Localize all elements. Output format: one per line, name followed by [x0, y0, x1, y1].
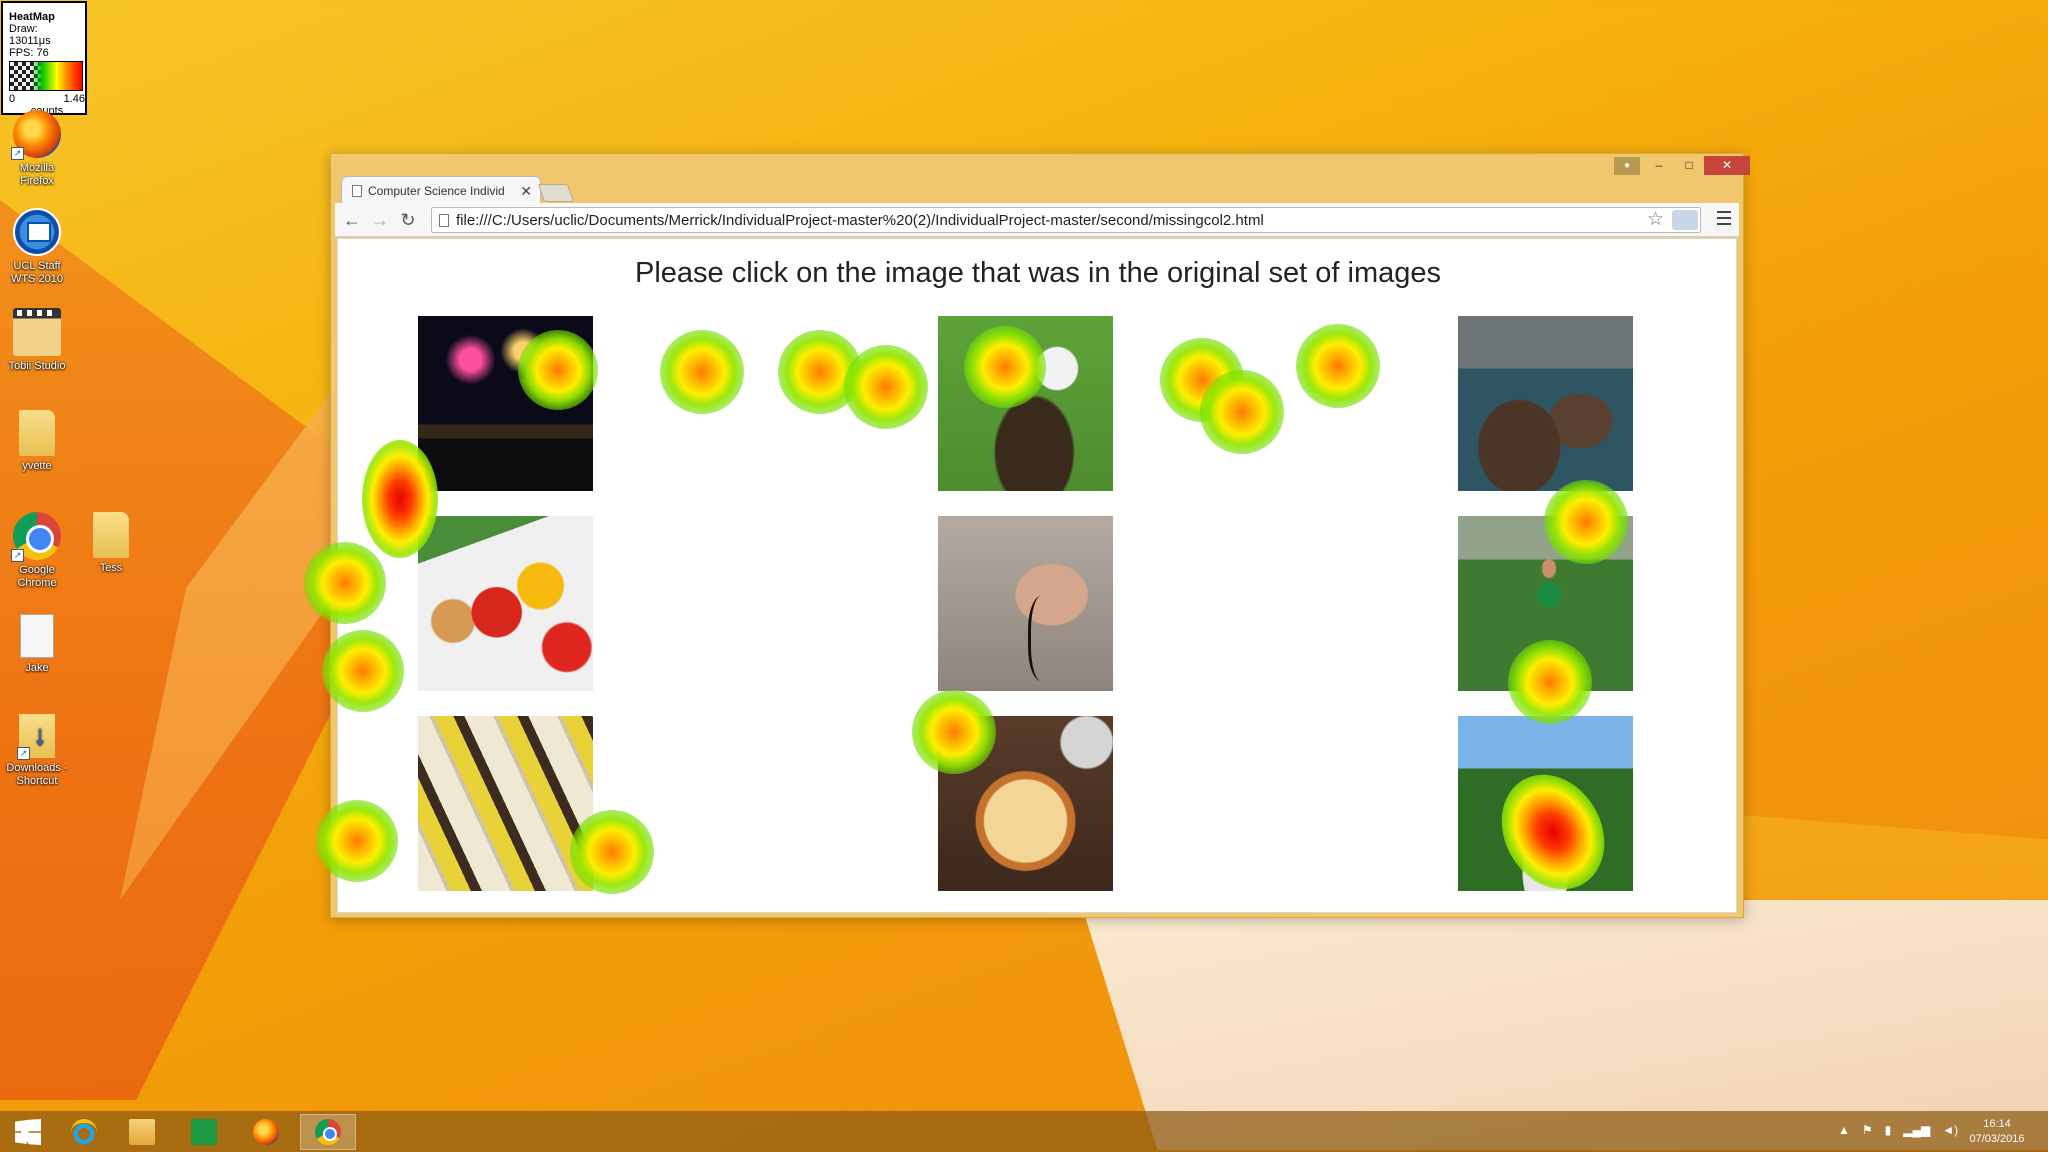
desktop-icon-label: UCL Staff: [13, 260, 61, 272]
heatmap-legend: HeatMap Draw: 13011μs FPS: 76 0 1.46 cou…: [1, 1, 87, 117]
wallpaper-shape: [120, 380, 340, 900]
close-tab-icon[interactable]: ✕: [520, 183, 532, 200]
address-bar[interactable]: file:///C:/Users/uclic/Documents/Merrick…: [431, 207, 1701, 233]
desktop-icon-label: WTS 2010: [11, 273, 63, 285]
bookmark-star-icon[interactable]: ☆: [1647, 208, 1664, 231]
legend-color-bar: [9, 61, 83, 91]
image-soccer-player[interactable]: [1458, 516, 1633, 691]
folder-icon: [93, 512, 129, 558]
clock-time: 16:14: [1983, 1118, 2011, 1130]
image-eagle[interactable]: [938, 316, 1113, 491]
clock[interactable]: 16:14 07/03/2016: [1965, 1117, 2029, 1152]
internet-explorer-icon: [71, 1119, 97, 1145]
desktop-icon-ucl-staff[interactable]: UCL Staff WTS 2010: [0, 208, 74, 286]
page-content: Please click on the image that was in th…: [337, 238, 1737, 913]
image-measuring-tape[interactable]: [418, 716, 593, 891]
desktop-icon-downloads[interactable]: ↗ Downloads - Shortcut: [0, 714, 74, 788]
desktop-icon-tess[interactable]: Tess: [74, 512, 148, 575]
desktop-icon-label: Jake: [25, 662, 49, 674]
url-text: file:///C:/Users/uclic/Documents/Merrick…: [456, 212, 1264, 229]
legend-title: HeatMap: [9, 11, 55, 23]
desktop-icon-label: Mozilla: [19, 162, 55, 174]
desktop-icon-label: Shortcut: [16, 775, 58, 787]
desktop-icon-label: yvette: [22, 460, 52, 472]
back-arrow-icon[interactable]: ←: [341, 209, 363, 231]
forward-arrow-icon[interactable]: →: [369, 209, 391, 231]
tab-title: Computer Science Individ: [368, 184, 505, 198]
browser-window: ● – □ ✕ Computer Science Individ ✕ ← → ↻…: [330, 153, 1750, 918]
desktop-icon-label: Downloads -: [6, 762, 68, 774]
chrome-icon: [315, 1119, 341, 1145]
file-explorer-icon: [129, 1119, 155, 1145]
legend-fps: FPS: 76: [9, 47, 49, 59]
image-vegetables[interactable]: [418, 516, 593, 691]
desktop-icon-chrome[interactable]: ↗ Google Chrome: [0, 512, 74, 590]
desktop-icon-yvette[interactable]: yvette: [0, 410, 74, 473]
tobii-studio-icon: [13, 308, 61, 356]
start-button[interactable]: [0, 1114, 56, 1150]
system-tray: ▲ ⚑ ▮ ▂▄▆ ◄): [1838, 1123, 1958, 1152]
legend-max: 1.46: [63, 93, 85, 105]
desktop-icon-label: Chrome: [17, 577, 57, 589]
network-icon[interactable]: ▮: [1885, 1123, 1892, 1152]
browser-tab[interactable]: Computer Science Individ ✕: [341, 176, 541, 204]
image-pizza[interactable]: [938, 716, 1113, 891]
browser-toolbar: ← → ↻ file:///C:/Users/uclic/Documents/M…: [335, 203, 1739, 237]
chrome-icon: ↗: [11, 512, 61, 562]
taskbar-app-chrome[interactable]: [300, 1114, 356, 1150]
legend-min: 0: [9, 93, 16, 105]
document-icon: [20, 614, 54, 658]
menu-icon[interactable]: [1717, 211, 1731, 225]
downloads-folder-icon: ↗: [17, 714, 55, 760]
signal-icon[interactable]: ▂▄▆: [1903, 1123, 1930, 1152]
user-profile-icon[interactable]: ●: [1614, 157, 1640, 175]
desktop-icon-label: Tess: [99, 562, 123, 574]
desktop-icon-label: Google: [19, 564, 55, 576]
image-park-stairs[interactable]: [1458, 716, 1633, 891]
new-tab-button[interactable]: [537, 184, 575, 202]
extension-icon[interactable]: [1672, 210, 1698, 230]
store-icon: [191, 1119, 217, 1145]
window-controls: – □ ✕: [1644, 156, 1750, 176]
remote-desktop-icon: [13, 208, 61, 256]
maximize-button[interactable]: □: [1674, 156, 1704, 175]
legend-draw-time: Draw: 13011μs: [9, 23, 51, 47]
taskbar-app-firefox[interactable]: [238, 1114, 294, 1150]
folder-icon: [19, 410, 55, 456]
taskbar: ▲ ⚑ ▮ ▂▄▆ ◄) 16:14 07/03/2016: [0, 1111, 2048, 1152]
minimize-button[interactable]: –: [1644, 156, 1674, 175]
image-sea-stacks[interactable]: [1458, 316, 1633, 491]
desktop-icon-label: Tobii Studio: [8, 360, 66, 372]
taskbar-app-explorer[interactable]: [114, 1114, 170, 1150]
volume-icon[interactable]: ◄): [1942, 1123, 1958, 1152]
image-hand-with-cable[interactable]: [938, 516, 1113, 691]
show-hidden-icons-icon[interactable]: ▲: [1838, 1123, 1850, 1152]
page-icon: [439, 214, 449, 227]
taskbar-app-ie[interactable]: [56, 1114, 112, 1150]
close-window-button[interactable]: ✕: [1704, 156, 1750, 175]
clock-date: 07/03/2016: [1969, 1133, 2025, 1145]
image-fireworks[interactable]: [418, 316, 593, 491]
taskbar-app-store[interactable]: [176, 1114, 232, 1150]
firefox-icon: [253, 1119, 279, 1145]
desktop-icon-firefox[interactable]: ↗ Mozilla Firefox: [0, 110, 74, 188]
reload-icon[interactable]: ↻: [397, 209, 419, 231]
desktop-icon-jake[interactable]: Jake: [0, 614, 74, 675]
firefox-icon: ↗: [11, 110, 61, 160]
desktop-icon-label: Firefox: [20, 175, 54, 187]
page-prompt: Please click on the image that was in th…: [635, 257, 1441, 289]
page-icon: [352, 185, 362, 197]
start-icon: [15, 1119, 41, 1145]
desktop-icon-tobii-studio[interactable]: Tobii Studio: [0, 308, 74, 373]
flag-icon[interactable]: ⚑: [1862, 1123, 1873, 1152]
